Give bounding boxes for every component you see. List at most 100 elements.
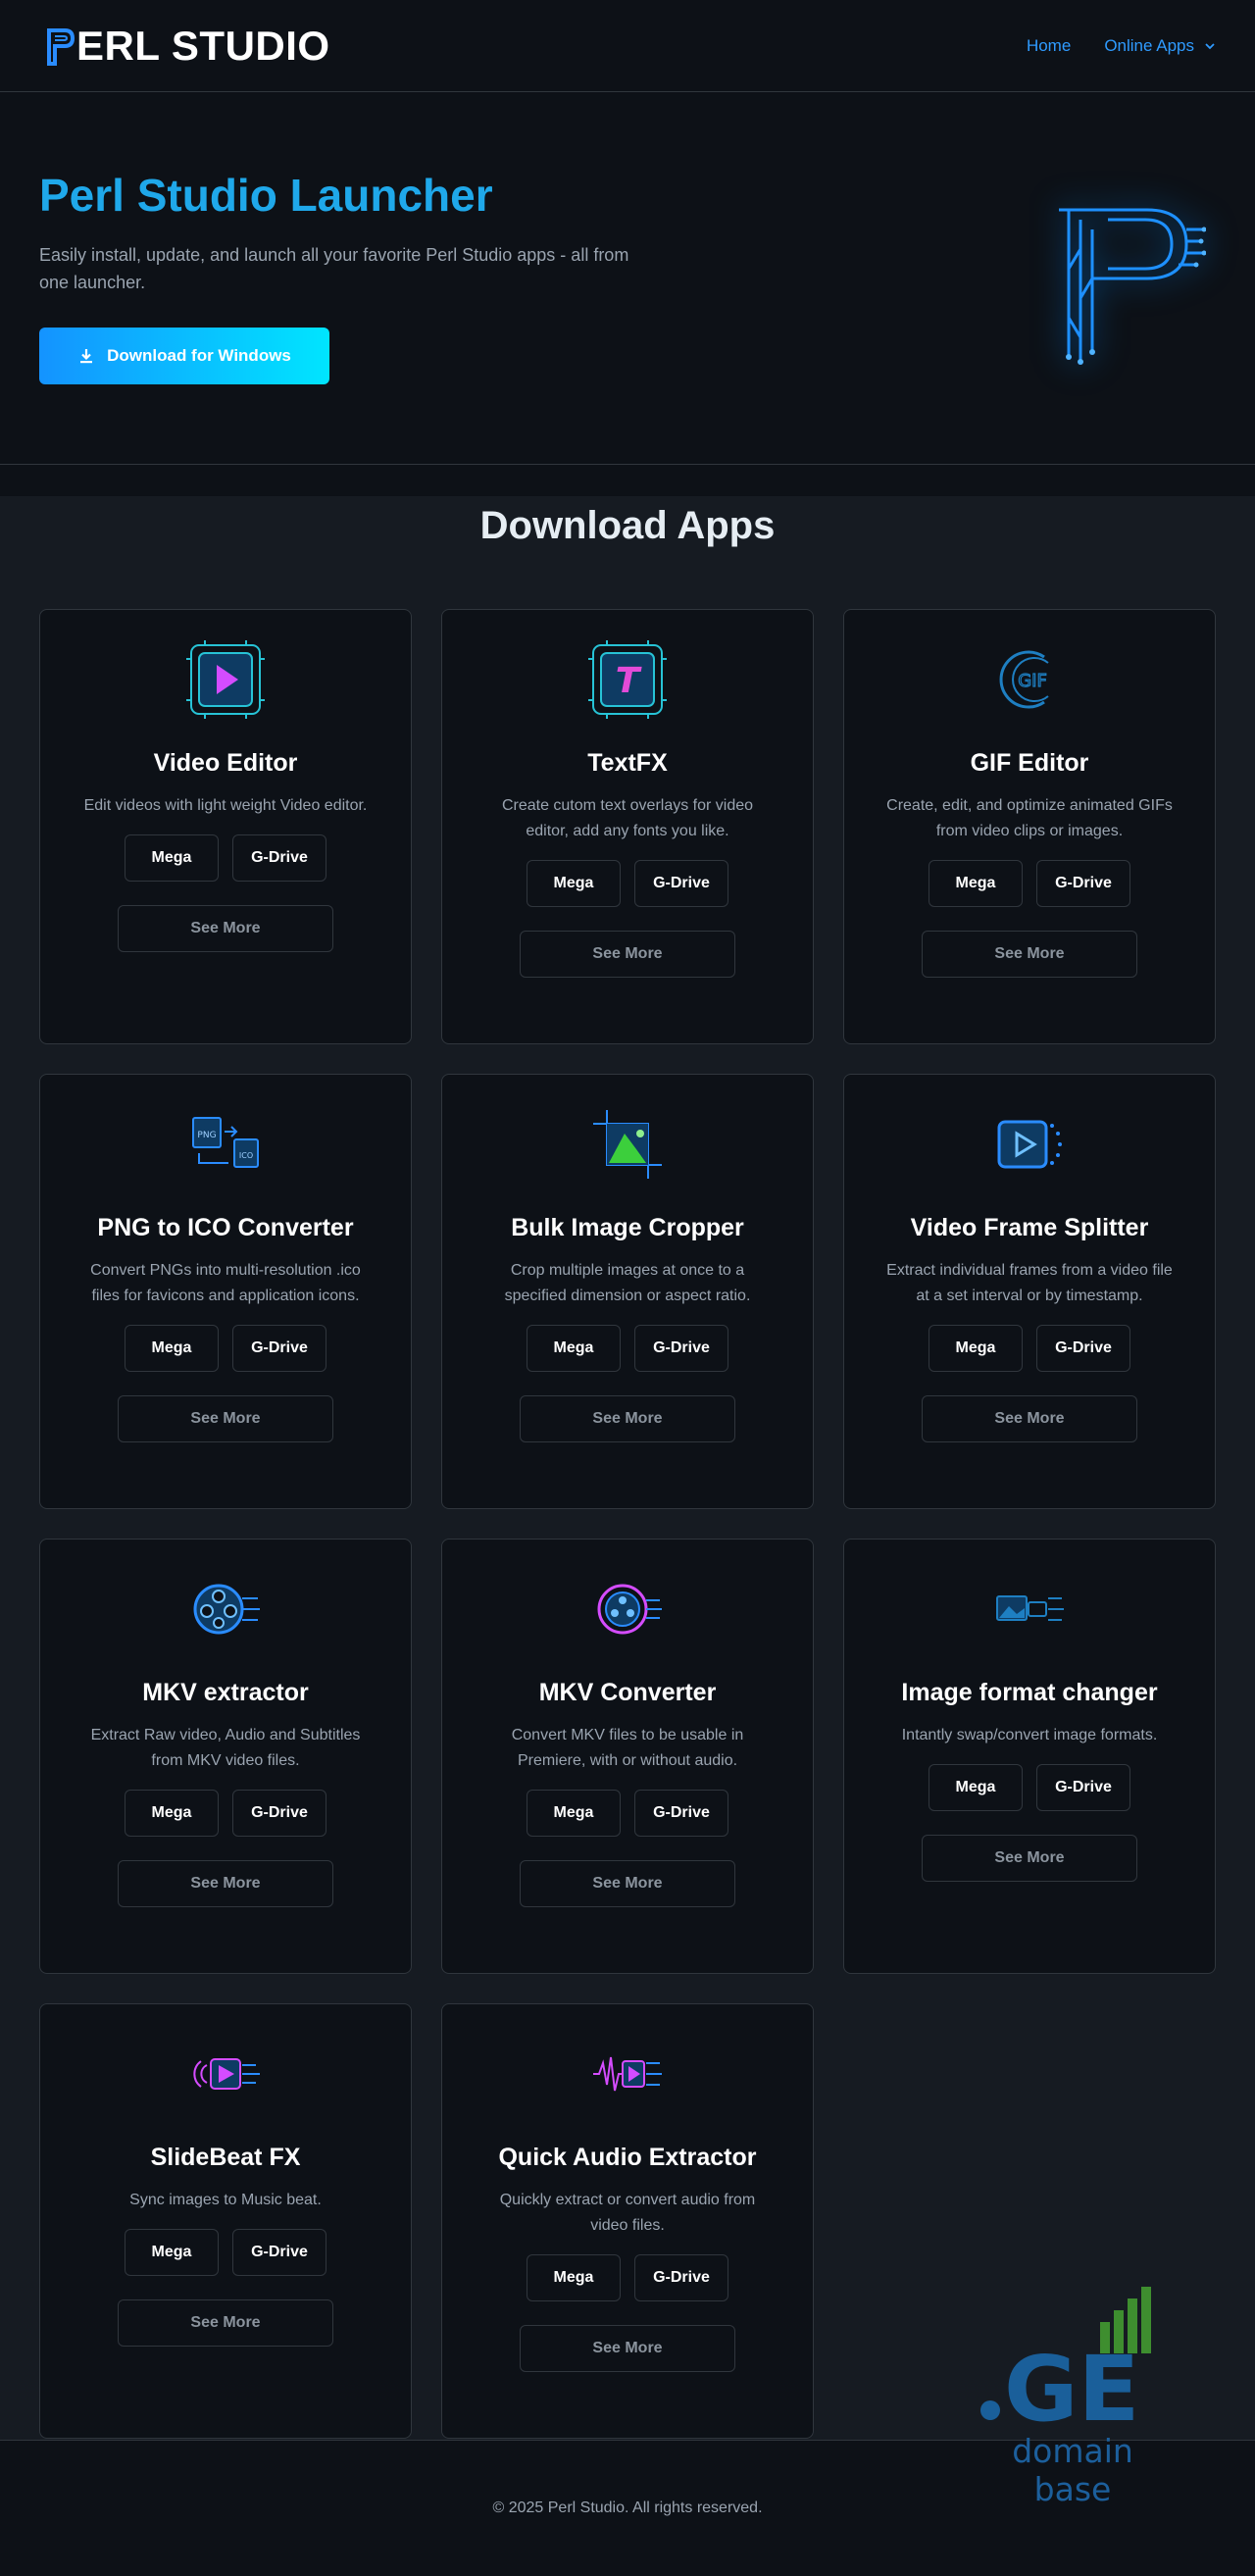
download-buttons: Mega G-Drive [125, 1790, 326, 1837]
app-description: Crop multiple images at once to a specif… [504, 1262, 751, 1304]
app-description: Create, edit, and optimize animated GIFs… [886, 797, 1173, 839]
slidebeat-icon [185, 2034, 266, 2114]
mega-button[interactable]: Mega [125, 1325, 219, 1372]
download-buttons: Mega G-Drive [527, 2254, 728, 2301]
mega-button[interactable]: Mega [929, 1764, 1023, 1811]
download-buttons: Mega G-Drive [929, 1325, 1130, 1372]
app-description: Convert PNGs into multi-resolution .ico … [90, 1262, 361, 1304]
hero-title: Perl Studio Launcher [39, 170, 493, 221]
mega-button[interactable]: Mega [125, 834, 219, 882]
see-more-button[interactable]: See More [118, 2299, 333, 2347]
mega-button[interactable]: Mega [527, 1790, 621, 1837]
png-ico-icon: PNG ICO [185, 1104, 266, 1185]
domain-base-watermark: GE domain base [975, 2287, 1190, 2508]
mega-button[interactable]: Mega [125, 2229, 219, 2276]
see-more-button[interactable]: See More [118, 905, 333, 952]
nav-online-apps-dropdown[interactable]: Online Apps [1104, 36, 1216, 56]
app-card-quick-audio-extractor: Quick Audio Extractor Quickly extract or… [441, 2003, 814, 2439]
download-apps-section: Download Apps Video Editor Edit videos w… [0, 496, 1255, 2440]
hero-section: Perl Studio Launcher Easily install, upd… [0, 92, 1255, 465]
chevron-down-icon [1205, 42, 1215, 49]
site-header: ERL STUDIO Home Online Apps [0, 0, 1255, 92]
nav-online-apps-link[interactable]: Online Apps [1104, 36, 1194, 56]
see-more-button[interactable]: See More [520, 1860, 735, 1907]
download-buttons: Mega G-Drive [929, 1764, 1130, 1811]
svg-text:GIF: GIF [1018, 671, 1047, 691]
app-title: GIF Editor [970, 749, 1089, 777]
perl-p-logo-icon [47, 27, 75, 66]
app-description: Quickly extract or convert audio from vi… [499, 2192, 756, 2234]
see-more-button[interactable]: See More [520, 2325, 735, 2372]
mega-button[interactable]: Mega [929, 1325, 1023, 1372]
see-more-button[interactable]: See More [520, 931, 735, 978]
perl-circuit-logo-icon [1059, 208, 1206, 365]
gdrive-button[interactable]: G-Drive [634, 2254, 728, 2301]
download-buttons: Mega G-Drive [125, 834, 326, 882]
app-title: Bulk Image Cropper [511, 1214, 744, 1241]
site-logo[interactable]: ERL STUDIO [45, 23, 330, 70]
app-description: Intantly swap/convert image formats. [901, 1727, 1158, 1743]
gdrive-button[interactable]: G-Drive [634, 860, 728, 907]
app-card-image-format-changer: Image format changer Intantly swap/conve… [843, 1539, 1216, 1974]
textfx-icon: T [587, 639, 668, 720]
app-description: Create cutom text overlays for video edi… [501, 797, 754, 839]
app-title: Image format changer [901, 1679, 1158, 1706]
download-buttons: Mega G-Drive [527, 1325, 728, 1372]
see-more-button[interactable]: See More [922, 1395, 1137, 1442]
gdrive-button[interactable]: G-Drive [232, 1790, 326, 1837]
svg-text:GE: GE [1004, 2337, 1139, 2434]
svg-text:ICO: ICO [239, 1151, 253, 1160]
video-editor-icon [185, 639, 266, 720]
gdrive-button[interactable]: G-Drive [1036, 1764, 1130, 1811]
app-description: Sync images to Music beat. [129, 2192, 322, 2208]
download-icon [80, 349, 93, 364]
svg-text:PNG: PNG [197, 1131, 216, 1140]
gdrive-button[interactable]: G-Drive [232, 2229, 326, 2276]
download-buttons: Mega G-Drive [527, 1790, 728, 1837]
mega-button[interactable]: Mega [527, 2254, 621, 2301]
download-windows-button[interactable]: Download for Windows [39, 328, 329, 384]
download-buttons: Mega G-Drive [125, 1325, 326, 1372]
gdrive-button[interactable]: G-Drive [232, 834, 326, 882]
copyright-text: © 2025 Perl Studio. All rights reserved. [492, 2500, 763, 2516]
film-reel-icon [185, 1569, 266, 1649]
app-description: Edit videos with light weight Video edit… [83, 797, 368, 814]
mega-button[interactable]: Mega [527, 860, 621, 907]
section-title: Download Apps [479, 504, 776, 547]
app-title: PNG to ICO Converter [97, 1214, 354, 1241]
app-title: MKV Converter [538, 1679, 717, 1706]
gdrive-button[interactable]: G-Drive [232, 1325, 326, 1372]
logo-text: ERL STUDIO [76, 22, 330, 69]
app-title: Video Editor [153, 749, 298, 777]
app-title: TextFX [587, 749, 668, 777]
svg-text:T: T [616, 661, 642, 701]
app-title: SlideBeat FX [150, 2144, 301, 2171]
ge-logo-icon: GE [980, 2287, 1151, 2442]
app-card-video-editor: Video Editor Edit videos with light weig… [39, 609, 412, 1044]
image-format-icon [989, 1569, 1070, 1649]
app-card-slidebeat-fx: SlideBeat FX Sync images to Music beat. … [39, 2003, 412, 2439]
app-card-bulk-image-cropper: Bulk Image Cropper Crop multiple images … [441, 1074, 814, 1509]
mega-button[interactable]: Mega [929, 860, 1023, 907]
mega-button[interactable]: Mega [527, 1325, 621, 1372]
see-more-button[interactable]: See More [118, 1860, 333, 1907]
frame-splitter-icon [989, 1104, 1070, 1185]
app-card-textfx: T TextFX Create cutom text overlays for … [441, 609, 814, 1044]
mega-button[interactable]: Mega [125, 1790, 219, 1837]
gdrive-button[interactable]: G-Drive [1036, 1325, 1130, 1372]
see-more-button[interactable]: See More [520, 1395, 735, 1442]
see-more-button[interactable]: See More [118, 1395, 333, 1442]
gdrive-button[interactable]: G-Drive [1036, 860, 1130, 907]
app-card-video-frame-splitter: Video Frame Splitter Extract individual … [843, 1074, 1216, 1509]
gdrive-button[interactable]: G-Drive [634, 1325, 728, 1372]
see-more-button[interactable]: See More [922, 931, 1137, 978]
gif-icon: GIF [989, 639, 1070, 720]
watermark-text: domain base [1012, 2432, 1133, 2508]
app-card-mkv-extractor: MKV extractor Extract Raw video, Audio a… [39, 1539, 412, 1974]
crop-icon [587, 1104, 668, 1185]
see-more-button[interactable]: See More [922, 1835, 1137, 1882]
app-card-gif-editor: GIF GIF Editor Create, edit, and optimiz… [843, 609, 1216, 1044]
hero-subtitle: Easily install, update, and launch all y… [39, 245, 629, 292]
gdrive-button[interactable]: G-Drive [634, 1790, 728, 1837]
nav-home-link[interactable]: Home [1027, 36, 1071, 56]
